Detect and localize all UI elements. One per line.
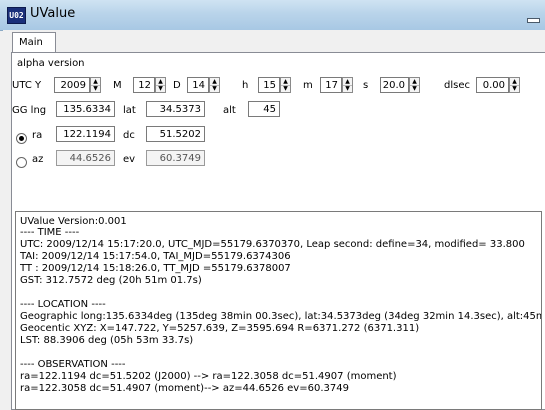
utc-y-label: UTC Y (12, 80, 42, 91)
alt-label: alt (223, 105, 236, 116)
app-icon: U02 (7, 7, 26, 24)
lat-field[interactable]: 34.5373 (146, 101, 205, 117)
month-label: M (113, 80, 122, 91)
second-label: s (363, 80, 369, 91)
ev-label: ev (123, 154, 136, 165)
second-field[interactable]: 20.0 (380, 77, 409, 93)
spin-down-icon: ▼ (512, 85, 517, 92)
lat-label: lat (123, 105, 136, 116)
ra-label: ra (32, 130, 43, 141)
spin-down-icon: ▼ (158, 85, 163, 92)
output-line: TAI: 2009/12/14 15:17:54.0, TAI_MJD=5517… (20, 251, 291, 262)
spin-down-icon: ▼ (283, 85, 288, 92)
spin-down-icon: ▼ (93, 85, 98, 92)
dlsec-label: dlsec (444, 80, 470, 91)
version-label: alpha version (17, 58, 85, 69)
az-label: az (32, 154, 44, 165)
hour-spinner[interactable]: ▲ ▼ (280, 77, 291, 93)
day-spinner[interactable]: ▲ ▼ (209, 77, 220, 93)
dc-field[interactable]: 51.5202 (146, 126, 205, 142)
output-line: ---- LOCATION ---- (20, 299, 106, 310)
minute-spinner[interactable]: ▲ ▼ (342, 77, 353, 93)
year-spinner[interactable]: ▲ ▼ (90, 77, 101, 93)
output-line: Geographic long:135.6334deg (135deg 38mi… (20, 311, 542, 322)
month-field[interactable]: 12 (133, 77, 155, 93)
hour-label: h (242, 80, 249, 91)
output-line: GST: 312.7572 deg (20h 51m 01.7s) (20, 275, 202, 286)
tab-main[interactable]: Main (12, 32, 56, 53)
ra-field[interactable]: 122.1194 (56, 126, 115, 142)
spin-down-icon: ▼ (212, 85, 217, 92)
az-field[interactable]: 44.6526 (56, 150, 115, 166)
output-line: Geocentic XYZ: X=147.722, Y=5257.639, Z=… (20, 323, 420, 334)
window-title: UValue (30, 6, 76, 21)
spin-down-icon: ▼ (412, 85, 417, 92)
output-line: UTC: 2009/12/14 15:17:20.0, UTC_MJD=5517… (20, 239, 525, 250)
tab-main-label: Main (19, 37, 43, 48)
output-line: TT : 2009/12/14 15:18:26.0, TT_MJD =5517… (20, 263, 291, 274)
lng-field[interactable]: 135.6334 (56, 101, 115, 117)
output-line: ---- OBSERVATION ---- (20, 359, 126, 370)
dc-label: dc (123, 130, 135, 141)
minute-label: m (303, 80, 313, 91)
year-field[interactable]: 2009 (54, 77, 90, 93)
dlsec-field[interactable]: 0.00 (476, 77, 509, 93)
ra-radio[interactable] (16, 133, 27, 144)
second-spinner[interactable]: ▲ ▼ (409, 77, 420, 93)
ev-field[interactable]: 60.3749 (146, 150, 205, 166)
day-field[interactable]: 14 (187, 77, 209, 93)
output-line: LST: 88.3906 deg (05h 53m 33.7s) (20, 335, 194, 346)
az-radio[interactable] (16, 157, 27, 168)
output-line: ra=122.3058 dc=51.4907 (moment)--> az=44… (20, 383, 349, 394)
spin-down-icon: ▼ (345, 85, 350, 92)
month-spinner[interactable]: ▲ ▼ (155, 77, 166, 93)
hour-field[interactable]: 15 (258, 77, 280, 93)
gg-lng-label: GG lng (12, 105, 47, 116)
output-line: ---- TIME ---- (20, 227, 80, 238)
day-label: D (173, 80, 181, 91)
output-line: ra=122.1194 dc=51.5202 (J2000) --> ra=12… (20, 371, 397, 382)
dlsec-spinner[interactable]: ▲ ▼ (509, 77, 520, 93)
alt-field[interactable]: 45 (248, 101, 280, 117)
title-bar[interactable]: U02 UValue (0, 0, 545, 31)
minute-field[interactable]: 17 (320, 77, 342, 93)
output-textarea[interactable]: UValue Version:0.001 ---- TIME ---- UTC:… (15, 211, 542, 410)
minimize-button[interactable] (520, 8, 545, 24)
